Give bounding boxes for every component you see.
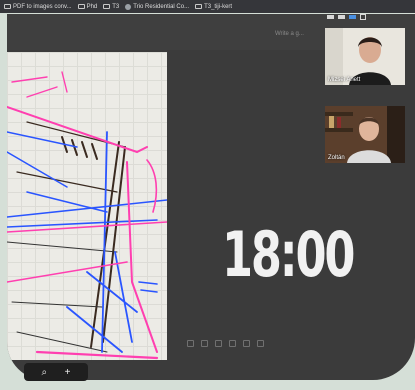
download-icon[interactable] [187,340,194,347]
speaker-view-icon[interactable] [338,15,345,19]
upload-icon[interactable] [229,340,236,347]
view-layout-controls [327,14,366,20]
more-icon[interactable] [257,340,264,347]
minimize-icon[interactable] [327,15,334,19]
write-input-placeholder[interactable]: Write a g... [275,31,304,37]
window-frame: PDF to images conv... Phd T3 Trio Reside… [0,0,415,390]
bookmarks-bar: PDF to images conv... Phd T3 Trio Reside… [0,0,415,13]
share-icon[interactable] [243,340,250,347]
zoom-out-icon[interactable]: ⌕ [42,367,48,378]
bookmark-label: T3 [112,3,120,10]
bookmark-t3-tiji-kert[interactable]: T3_tiji-kert [195,4,232,10]
bookmark-t3[interactable]: T3 [103,4,119,10]
participant-video-tile[interactable]: Mizsei Anett [325,28,405,85]
sketch-drawing [7,71,167,360]
participant-name: Mizsei Anett [328,77,361,83]
comment-icon[interactable] [201,340,208,347]
zoom-in-icon[interactable]: + [65,367,71,378]
folder-icon [77,4,85,9]
folder-icon [103,4,111,9]
participant-video-tile[interactable]: Zoltán [325,106,405,163]
site-icon [125,3,132,10]
bookmark-label: PDF to images conv... [13,3,72,10]
save-icon[interactable] [215,340,222,347]
active-view-icon[interactable] [349,15,356,19]
bookmark-label: Trio Residential Co... [133,3,190,10]
folder-icon [195,4,203,9]
participant-name: Zoltán [328,155,345,161]
bookmark-label: Phd [86,3,98,10]
bookmark-pdf[interactable]: PDF to images conv... [4,4,72,10]
bookmark-trio[interactable]: Trio Residential Co... [125,3,190,10]
bookmark-label: T3_tiji-kert [204,3,233,10]
shared-sketch-document[interactable] [7,52,167,360]
bookmark-icon [4,4,11,9]
bookmark-phd[interactable]: Phd [77,3,98,10]
countdown-timer: 18:00 [222,218,355,291]
document-toolbar [187,340,264,347]
gallery-view-icon[interactable] [360,14,366,20]
zoom-controls: ⌕ + [24,363,88,381]
